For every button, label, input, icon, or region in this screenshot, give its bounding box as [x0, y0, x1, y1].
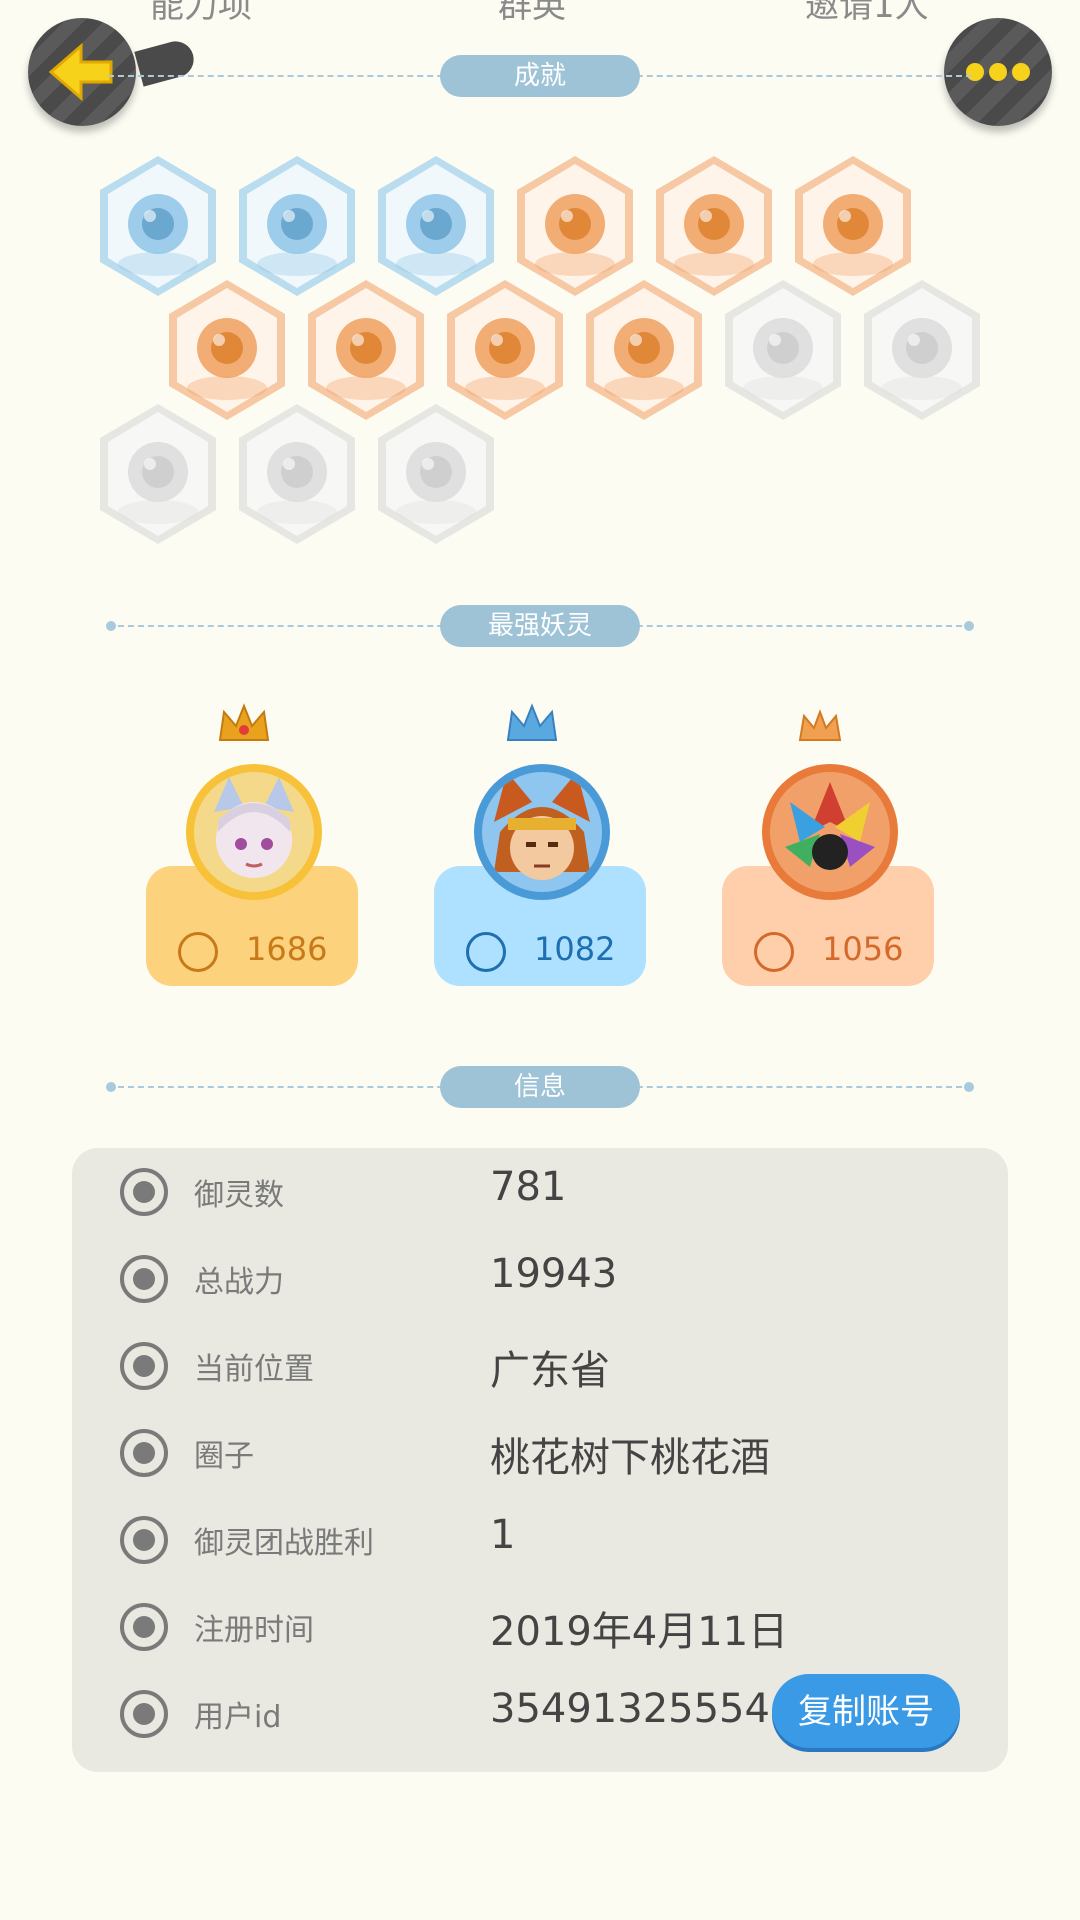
- info-label: 用户id: [194, 1700, 282, 1735]
- tab-invite[interactable]: 邀请1人: [805, 0, 929, 27]
- crown-icon: [798, 709, 842, 741]
- info-label: 御灵数: [194, 1178, 284, 1213]
- info-row-battle-wins: 御灵团战胜利 1: [72, 1496, 1008, 1582]
- dragon-badge-icon[interactable]: [858, 276, 986, 424]
- spirit-power: 1082: [534, 930, 616, 968]
- sword-icon: [466, 932, 506, 972]
- location-icon: [120, 1342, 168, 1390]
- achievements-header: 成就: [108, 55, 972, 97]
- spirit-avatar: [482, 772, 602, 892]
- avatar-frame: [762, 764, 898, 900]
- spirit-card-2[interactable]: 1082: [434, 700, 646, 990]
- info-value: 1: [490, 1512, 516, 1558]
- info-row-total-power: 总战力 19943: [72, 1235, 1008, 1321]
- info-value: 2019年4月11日: [490, 1609, 789, 1655]
- circle-icon: [120, 1429, 168, 1477]
- info-row-spirit-count: 御灵数 781: [72, 1148, 1008, 1234]
- spirit-card-1[interactable]: 1686: [146, 700, 358, 990]
- info-row-register-time: 注册时间 2019年4月11日: [72, 1583, 1008, 1669]
- strongest-spirits-header: 最强妖灵: [106, 605, 974, 647]
- spirit-card-3[interactable]: 1056: [722, 700, 934, 990]
- info-value: 19943: [490, 1251, 618, 1297]
- info-header: 信息: [106, 1066, 974, 1108]
- info-label: 当前位置: [194, 1352, 314, 1387]
- info-value[interactable]: 桃花树下桃花酒: [490, 1425, 770, 1483]
- info-panel: 御灵数 781 总战力 19943 当前位置 广东省 圈子 桃花树下桃花酒 御灵…: [72, 1148, 1008, 1772]
- book-badge-icon[interactable]: [372, 400, 500, 548]
- info-value: 广东省: [490, 1348, 610, 1394]
- info-label: 圈子: [194, 1439, 254, 1474]
- taiji-badge-icon[interactable]: [719, 276, 847, 424]
- info-row-circle: 圈子 桃花树下桃花酒: [72, 1409, 1008, 1495]
- sword-icon: [754, 932, 794, 972]
- top-tab-bar: 能力项 群英 邀请1人: [0, 0, 1080, 26]
- tab-ability[interactable]: 能力项: [150, 0, 252, 27]
- copy-account-button[interactable]: 复制账号: [772, 1674, 960, 1748]
- info-title: 信息: [440, 1066, 640, 1108]
- more-dots-icon: [966, 63, 1030, 81]
- tab-heroes[interactable]: 群英: [498, 0, 566, 27]
- avatar-frame: [474, 764, 610, 900]
- spirit-power: 1056: [822, 930, 904, 968]
- back-arrow-icon: [48, 42, 113, 102]
- info-value: 35491325554: [490, 1686, 770, 1732]
- info-row-location: 当前位置 广东省: [72, 1322, 1008, 1408]
- avatar-frame: [186, 764, 322, 900]
- crown-icon: [506, 703, 558, 741]
- id-icon: [120, 1690, 168, 1738]
- info-row-user-id: 用户id 35491325554 复制账号: [72, 1670, 1008, 1756]
- spirit-count-icon: [120, 1168, 168, 1216]
- sword-icon: [178, 932, 218, 972]
- crown-icon: [218, 703, 270, 741]
- battle-icon: [120, 1516, 168, 1564]
- spirit-avatar: [770, 772, 890, 892]
- strongest-spirits-title: 最强妖灵: [440, 605, 640, 647]
- achievements-title: 成就: [440, 55, 640, 97]
- spirit-avatar: [194, 772, 314, 892]
- power-icon: [120, 1255, 168, 1303]
- info-label: 御灵团战胜利: [194, 1526, 374, 1561]
- demon-badge-icon[interactable]: [233, 400, 361, 548]
- yinyang-badge-icon[interactable]: [580, 276, 708, 424]
- shield-badge-icon[interactable]: [94, 400, 222, 548]
- info-label: 总战力: [194, 1265, 284, 1300]
- info-value: 781: [490, 1164, 567, 1210]
- info-label: 注册时间: [194, 1613, 314, 1648]
- clock-icon: [120, 1603, 168, 1651]
- spirit-power: 1686: [246, 930, 328, 968]
